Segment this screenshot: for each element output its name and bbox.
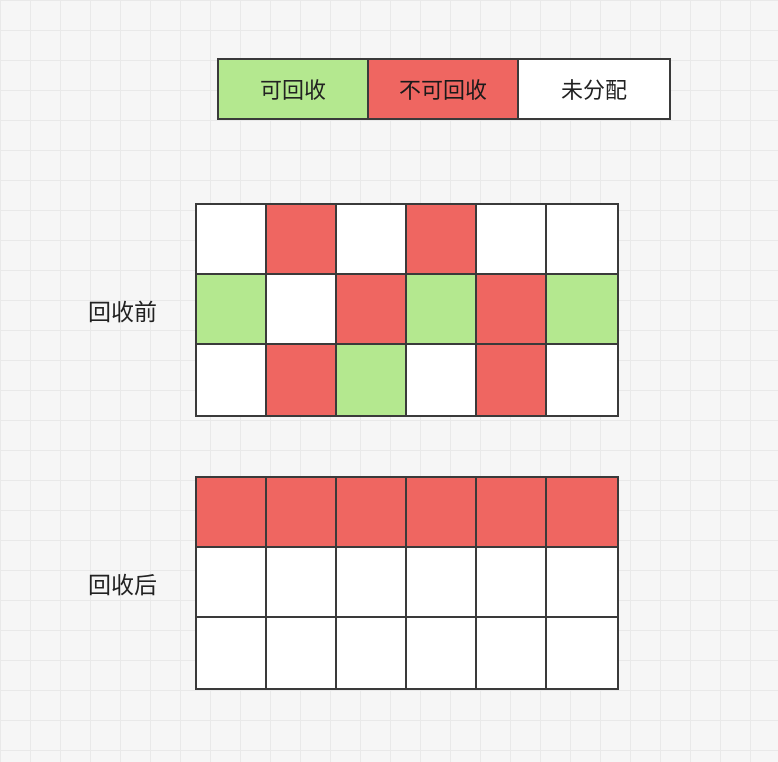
before-cell-r2-c4 <box>477 345 547 415</box>
before-cell-r0-c2 <box>337 205 407 275</box>
after-cell-r0-c3 <box>407 478 477 548</box>
after-cell-r2-c4 <box>477 618 547 688</box>
legend: 可回收 不可回收 未分配 <box>217 58 671 120</box>
after-cell-r0-c2 <box>337 478 407 548</box>
label-after: 回收后 <box>50 566 195 600</box>
before-cell-r0-c0 <box>197 205 267 275</box>
before-cell-r1-c0 <box>197 275 267 345</box>
after-cell-r1-c0 <box>197 548 267 618</box>
before-cell-r2-c3 <box>407 345 477 415</box>
after-cell-r2-c3 <box>407 618 477 688</box>
before-cell-r2-c0 <box>197 345 267 415</box>
before-cell-r2-c2 <box>337 345 407 415</box>
grid-after <box>195 476 619 690</box>
before-cell-r1-c1 <box>267 275 337 345</box>
before-cell-r2-c5 <box>547 345 617 415</box>
after-cell-r0-c0 <box>197 478 267 548</box>
after-cell-r1-c5 <box>547 548 617 618</box>
after-cell-r1-c4 <box>477 548 547 618</box>
after-cell-r2-c5 <box>547 618 617 688</box>
grid-before <box>195 203 619 417</box>
before-cell-r0-c3 <box>407 205 477 275</box>
section-after: 回收后 <box>50 476 619 690</box>
after-cell-r1-c2 <box>337 548 407 618</box>
before-cell-r1-c5 <box>547 275 617 345</box>
before-cell-r1-c4 <box>477 275 547 345</box>
after-cell-r0-c5 <box>547 478 617 548</box>
after-cell-r1-c3 <box>407 548 477 618</box>
legend-item-unallocated: 未分配 <box>519 60 669 118</box>
after-cell-r0-c4 <box>477 478 547 548</box>
section-before: 回收前 <box>50 203 619 417</box>
after-cell-r0-c1 <box>267 478 337 548</box>
before-cell-r1-c3 <box>407 275 477 345</box>
legend-item-nonrecyclable: 不可回收 <box>369 60 519 118</box>
after-cell-r1-c1 <box>267 548 337 618</box>
before-cell-r0-c1 <box>267 205 337 275</box>
legend-item-recyclable: 可回收 <box>219 60 369 118</box>
after-cell-r2-c2 <box>337 618 407 688</box>
after-cell-r2-c1 <box>267 618 337 688</box>
before-cell-r2-c1 <box>267 345 337 415</box>
before-cell-r0-c4 <box>477 205 547 275</box>
label-before: 回收前 <box>50 293 195 327</box>
before-cell-r0-c5 <box>547 205 617 275</box>
before-cell-r1-c2 <box>337 275 407 345</box>
after-cell-r2-c0 <box>197 618 267 688</box>
